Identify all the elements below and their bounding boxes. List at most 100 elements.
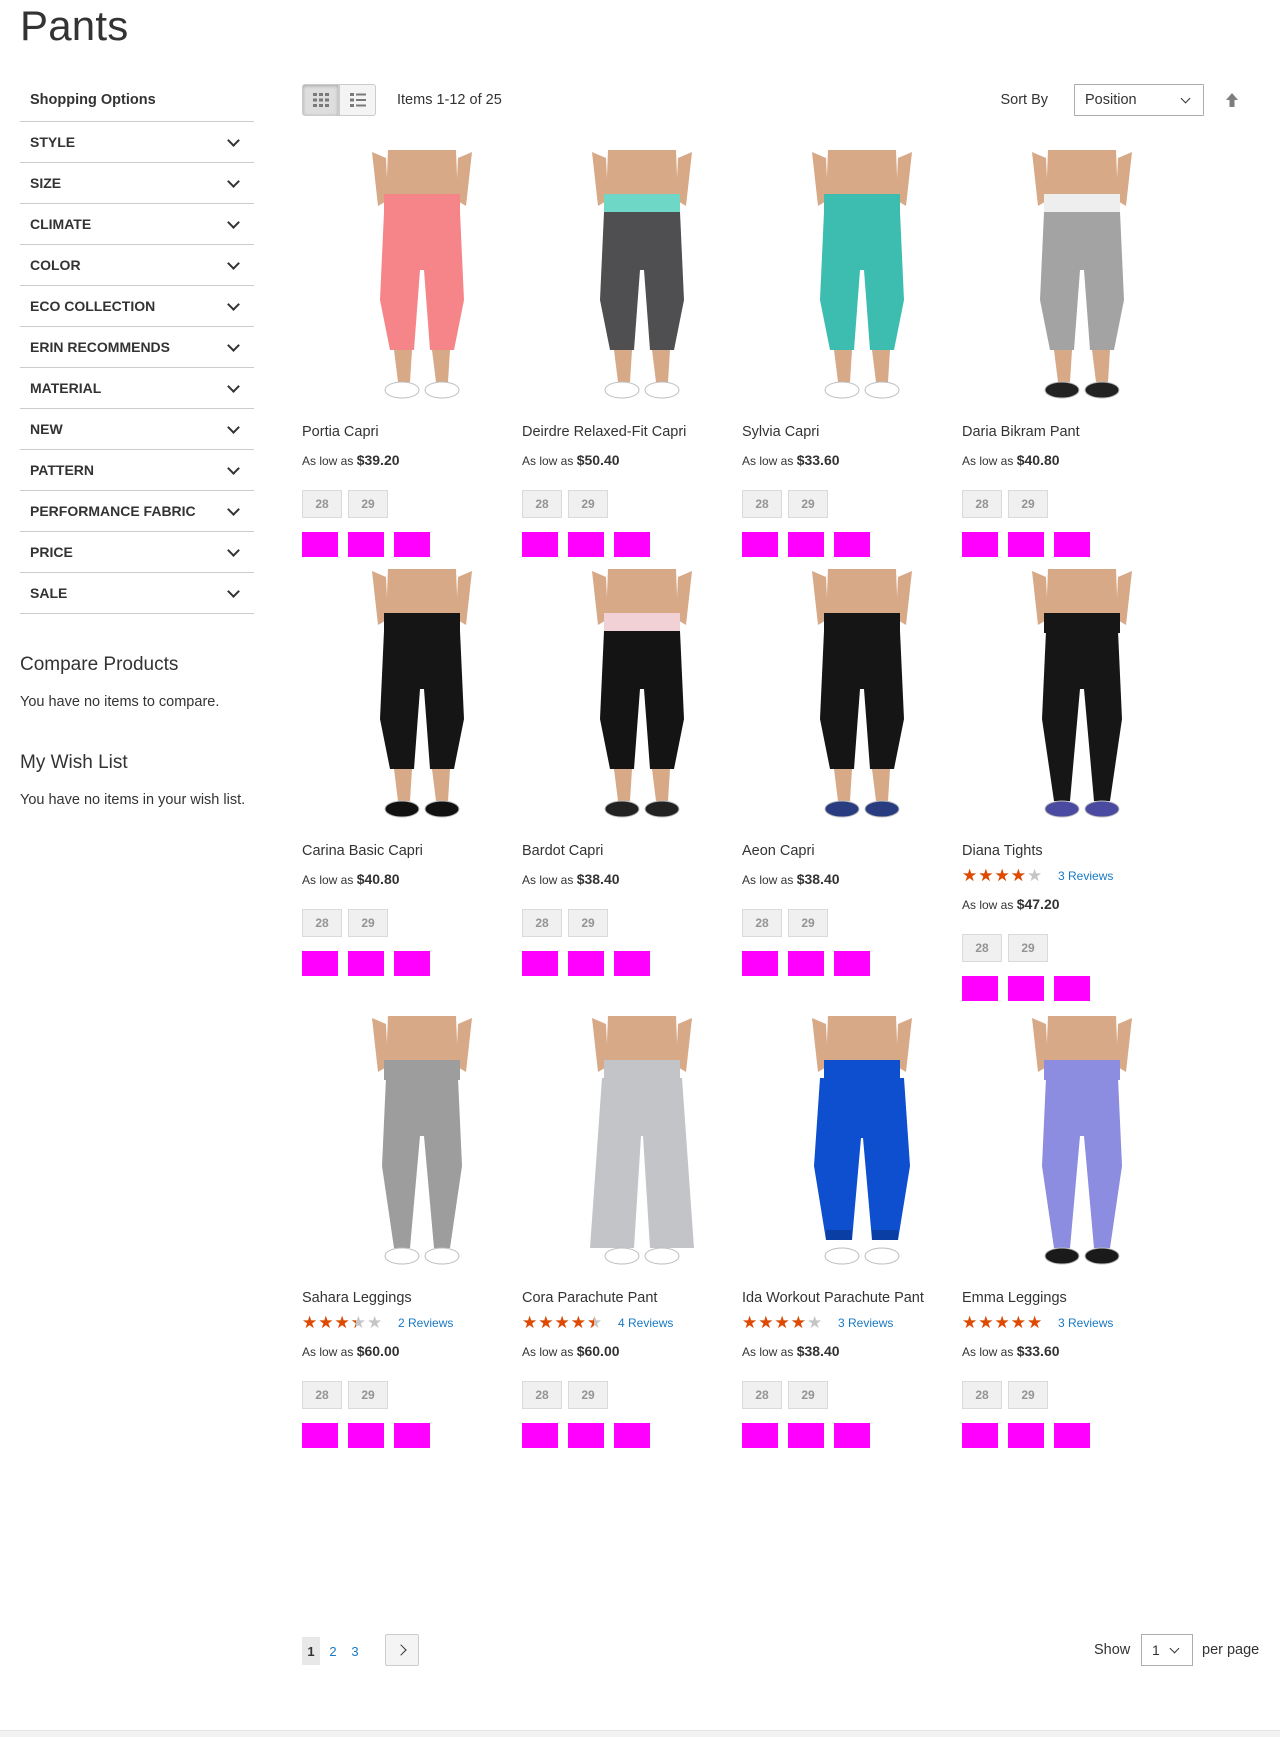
size-option[interactable]: 29 bbox=[348, 1381, 388, 1409]
product-image[interactable] bbox=[962, 1016, 1202, 1286]
size-option[interactable]: 29 bbox=[788, 1381, 828, 1409]
size-option[interactable]: 29 bbox=[1008, 934, 1048, 962]
filter-size[interactable]: SIZE bbox=[20, 163, 254, 204]
color-swatch[interactable] bbox=[614, 951, 650, 976]
product-name-link[interactable]: Deirdre Relaxed-Fit Capri bbox=[522, 424, 742, 440]
list-view-button[interactable] bbox=[339, 84, 376, 116]
color-swatch[interactable] bbox=[302, 951, 338, 976]
filter-erin-recommends[interactable]: ERIN RECOMMENDS bbox=[20, 327, 254, 368]
filter-new[interactable]: NEW bbox=[20, 409, 254, 450]
size-option[interactable]: 28 bbox=[302, 490, 342, 518]
color-swatch[interactable] bbox=[302, 532, 338, 557]
color-swatch[interactable] bbox=[788, 1423, 824, 1448]
filter-pattern[interactable]: PATTERN bbox=[20, 450, 254, 491]
color-swatch[interactable] bbox=[962, 532, 998, 557]
next-page-button[interactable] bbox=[385, 1634, 419, 1666]
color-swatch[interactable] bbox=[1054, 1423, 1090, 1448]
product-name-link[interactable]: Carina Basic Capri bbox=[302, 843, 522, 859]
size-option[interactable]: 28 bbox=[522, 909, 562, 937]
size-option[interactable]: 29 bbox=[348, 490, 388, 518]
color-swatch[interactable] bbox=[834, 951, 870, 976]
filter-sale[interactable]: SALE bbox=[20, 573, 254, 614]
size-option[interactable]: 29 bbox=[1008, 490, 1048, 518]
color-swatch[interactable] bbox=[742, 532, 778, 557]
product-image[interactable] bbox=[302, 150, 542, 420]
product-image[interactable] bbox=[522, 150, 762, 420]
color-swatch[interactable] bbox=[834, 532, 870, 557]
color-swatch[interactable] bbox=[614, 1423, 650, 1448]
size-option[interactable]: 28 bbox=[962, 934, 1002, 962]
product-image[interactable] bbox=[742, 569, 982, 839]
size-option[interactable]: 29 bbox=[788, 490, 828, 518]
product-image[interactable] bbox=[522, 569, 762, 839]
filter-color[interactable]: COLOR bbox=[20, 245, 254, 286]
product-name-link[interactable]: Aeon Capri bbox=[742, 843, 962, 859]
color-swatch[interactable] bbox=[962, 1423, 998, 1448]
size-option[interactable]: 29 bbox=[348, 909, 388, 937]
color-swatch[interactable] bbox=[742, 951, 778, 976]
color-swatch[interactable] bbox=[834, 1423, 870, 1448]
color-swatch[interactable] bbox=[1054, 976, 1090, 1001]
limiter-select[interactable]: 1 bbox=[1141, 1634, 1193, 1666]
size-option[interactable]: 28 bbox=[962, 490, 1002, 518]
color-swatch[interactable] bbox=[522, 951, 558, 976]
size-option[interactable]: 28 bbox=[522, 1381, 562, 1409]
product-image[interactable] bbox=[962, 569, 1202, 839]
page-link-2[interactable]: 2 bbox=[324, 1637, 342, 1665]
filter-price[interactable]: PRICE bbox=[20, 532, 254, 573]
color-swatch[interactable] bbox=[788, 532, 824, 557]
sort-direction-arrow-icon[interactable] bbox=[1222, 90, 1242, 110]
color-swatch[interactable] bbox=[348, 532, 384, 557]
color-swatch[interactable] bbox=[742, 1423, 778, 1448]
color-swatch[interactable] bbox=[348, 951, 384, 976]
size-option[interactable]: 28 bbox=[742, 490, 782, 518]
color-swatch[interactable] bbox=[1054, 532, 1090, 557]
color-swatch[interactable] bbox=[522, 1423, 558, 1448]
size-option[interactable]: 29 bbox=[1008, 1381, 1048, 1409]
product-name-link[interactable]: Sylvia Capri bbox=[742, 424, 962, 440]
size-option[interactable]: 29 bbox=[568, 1381, 608, 1409]
color-swatch[interactable] bbox=[1008, 532, 1044, 557]
color-swatch[interactable] bbox=[962, 976, 998, 1001]
product-image[interactable] bbox=[522, 1016, 762, 1286]
product-image[interactable] bbox=[302, 1016, 542, 1286]
color-swatch[interactable] bbox=[394, 951, 430, 976]
filter-performance-fabric[interactable]: PERFORMANCE FABRIC bbox=[20, 491, 254, 532]
color-swatch[interactable] bbox=[522, 532, 558, 557]
color-swatch[interactable] bbox=[348, 1423, 384, 1448]
size-option[interactable]: 28 bbox=[302, 1381, 342, 1409]
sort-by-select[interactable]: Position bbox=[1074, 84, 1204, 116]
color-swatch[interactable] bbox=[614, 532, 650, 557]
product-name-link[interactable]: Sahara Leggings bbox=[302, 1290, 522, 1306]
reviews-link[interactable]: 3 Reviews bbox=[1058, 1316, 1113, 1330]
product-name-link[interactable]: Daria Bikram Pant bbox=[962, 424, 1182, 440]
size-option[interactable]: 28 bbox=[742, 909, 782, 937]
color-swatch[interactable] bbox=[788, 951, 824, 976]
color-swatch[interactable] bbox=[302, 1423, 338, 1448]
color-swatch[interactable] bbox=[394, 532, 430, 557]
reviews-link[interactable]: 3 Reviews bbox=[1058, 869, 1113, 883]
size-option[interactable]: 28 bbox=[522, 490, 562, 518]
size-option[interactable]: 29 bbox=[788, 909, 828, 937]
filter-material[interactable]: MATERIAL bbox=[20, 368, 254, 409]
color-swatch[interactable] bbox=[1008, 1423, 1044, 1448]
size-option[interactable]: 29 bbox=[568, 909, 608, 937]
product-name-link[interactable]: Emma Leggings bbox=[962, 1290, 1182, 1306]
size-option[interactable]: 28 bbox=[962, 1381, 1002, 1409]
color-swatch[interactable] bbox=[1008, 976, 1044, 1001]
reviews-link[interactable]: 3 Reviews bbox=[838, 1316, 893, 1330]
product-name-link[interactable]: Cora Parachute Pant bbox=[522, 1290, 742, 1306]
color-swatch[interactable] bbox=[568, 1423, 604, 1448]
product-image[interactable] bbox=[962, 150, 1202, 420]
reviews-link[interactable]: 2 Reviews bbox=[398, 1316, 453, 1330]
size-option[interactable]: 29 bbox=[568, 490, 608, 518]
product-name-link[interactable]: Bardot Capri bbox=[522, 843, 742, 859]
product-name-link[interactable]: Portia Capri bbox=[302, 424, 522, 440]
filter-style[interactable]: STYLE bbox=[20, 122, 254, 163]
color-swatch[interactable] bbox=[568, 532, 604, 557]
product-image[interactable] bbox=[742, 150, 982, 420]
filter-eco-collection[interactable]: ECO COLLECTION bbox=[20, 286, 254, 327]
product-name-link[interactable]: Ida Workout Parachute Pant bbox=[742, 1290, 962, 1306]
grid-view-button[interactable] bbox=[302, 84, 339, 116]
product-image[interactable] bbox=[742, 1016, 982, 1286]
